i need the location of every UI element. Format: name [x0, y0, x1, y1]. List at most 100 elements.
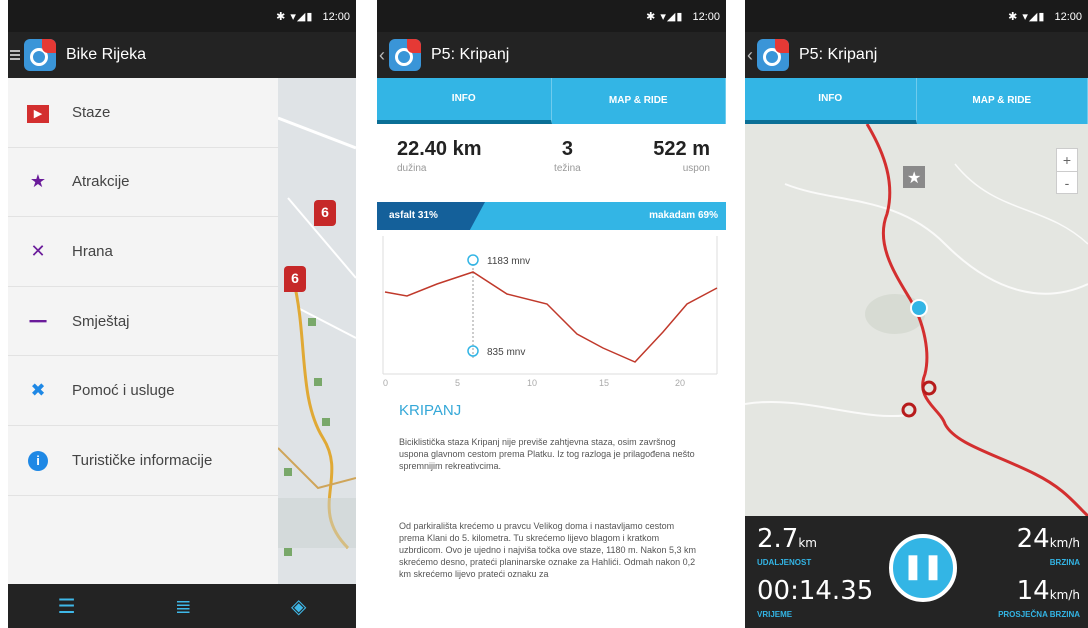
section-title: KRIPANJ — [399, 402, 462, 419]
drawer-item-label: Pomoć i usluge — [72, 382, 175, 400]
drawer-item-staze[interactable]: ▶ Staze — [8, 78, 278, 148]
route-map[interactable]: ★ — [745, 123, 1088, 518]
pause-button[interactable]: ❚❚ — [889, 534, 957, 602]
route-title: P5: Kripanj — [431, 46, 510, 63]
x-tick: 15 — [599, 378, 609, 388]
drawer-item-pomoc[interactable]: ✖ Pomoć i usluge — [8, 356, 278, 426]
tab-map-ride[interactable]: MAP & RIDE — [917, 78, 1088, 124]
status-bar: ✱ ▾◢▮ 12:00 — [8, 0, 356, 32]
app-title: Bike Rijeka — [66, 46, 147, 63]
tools-icon: ✖ — [30, 380, 46, 401]
back-icon[interactable]: ‹ — [747, 45, 753, 66]
asphalt-label: asfalt 31% — [389, 210, 438, 221]
status-time: 12:00 — [1054, 11, 1082, 23]
stat-value: 22.40 km — [397, 138, 482, 160]
map-background[interactable]: 6 6 — [277, 78, 356, 584]
layers-icon[interactable]: ◈ — [291, 594, 306, 619]
play-icon: ▶ — [24, 101, 52, 124]
avg-speed-number: 14 — [1016, 576, 1050, 606]
description-paragraph: Biciklistička staza Kripanj nije previše… — [399, 437, 695, 471]
menu-icon[interactable] — [10, 48, 20, 62]
speed-unit: km/h — [1049, 536, 1080, 550]
status-time: 12:00 — [322, 11, 350, 23]
drawer-item-label: Hrana — [72, 242, 113, 260]
stat-value: 3 — [561, 138, 573, 160]
bottom-bar: ☰ ≣ ◈ — [8, 584, 356, 628]
stat-distance: 22.40 km dužina — [397, 138, 482, 196]
status-time: 12:00 — [692, 11, 720, 23]
svg-text:★: ★ — [907, 168, 921, 187]
stat-climb: 522 m uspon — [653, 138, 710, 196]
route-waypoint-icon[interactable] — [921, 380, 937, 396]
tab-info[interactable]: INFO — [377, 78, 552, 124]
tab-bar: INFO MAP & RIDE — [377, 78, 726, 124]
screen-info: ✱ ▾◢▮ 12:00 ‹ P5: Kripanj INFO MAP & RID… — [377, 0, 726, 628]
bed-icon: ━━ — [29, 312, 47, 329]
max-marker-icon — [467, 254, 479, 266]
tab-info[interactable]: INFO — [745, 78, 917, 124]
drawer-item-smjestaj[interactable]: ━━ Smještaj — [8, 287, 278, 357]
time-value: 00:14.35 — [757, 576, 874, 606]
app-logo-icon[interactable] — [24, 39, 56, 71]
drawer-item-turisticke[interactable]: i Turističke informacije — [8, 426, 278, 496]
status-icons: ✱ ▾◢▮ — [276, 11, 314, 23]
speed-number: 24 — [1016, 524, 1050, 554]
action-bar: ‹ P5: Kripanj — [745, 32, 1088, 78]
speed-value: 24km/h — [1017, 524, 1080, 554]
back-icon[interactable]: ‹ — [379, 45, 385, 66]
map-pin[interactable]: 6 — [314, 200, 336, 226]
zoom-in-button[interactable]: + — [1057, 149, 1077, 171]
stat-difficulty: 3 težina — [554, 138, 581, 196]
sort-icon[interactable]: ☰ — [58, 594, 76, 619]
distance-value: 2.7km — [757, 524, 817, 554]
map-roads — [277, 116, 356, 556]
navigation-drawer: ▶ Staze ★ Atrakcije ✕ Hrana ━━ Smještaj … — [8, 78, 278, 584]
zoom-control: + - — [1056, 148, 1078, 194]
ride-dashboard: 2.7km UDALJENOST 24km/h BRZINA ❚❚ 00:14.… — [745, 516, 1088, 628]
elevation-min-label: 835 mnv — [487, 347, 525, 358]
pause-icon: ❚❚ — [902, 553, 944, 580]
avg-speed-unit: km/h — [1049, 588, 1080, 602]
app-logo-icon[interactable] — [389, 39, 421, 71]
description-paragraph: Od parkirališta krećemo u pravcu Velikog… — [399, 521, 696, 579]
route-title: P5: Kripanj — [799, 46, 878, 63]
time-label: VRIJEME — [757, 610, 793, 619]
drawer-item-label: Turističke informacije — [72, 451, 213, 469]
drawer-item-label: Smještaj — [72, 312, 130, 330]
status-icons: ✱ ▾◢▮ — [646, 11, 684, 23]
x-tick: 5 — [455, 378, 460, 388]
action-bar: Bike Rijeka — [8, 32, 356, 78]
map-pin[interactable]: 6 — [284, 266, 306, 292]
drawer-item-atrakcije[interactable]: ★ Atrakcije — [8, 148, 278, 218]
x-tick: 20 — [675, 378, 685, 388]
status-bar: ✱ ▾◢▮ 12:00 — [745, 0, 1088, 32]
speed-label: BRZINA — [1049, 558, 1080, 567]
elevation-profile: 1183 mnv 835 mnv 0 5 10 15 20 — [382, 236, 718, 388]
list-icon[interactable]: ≣ — [175, 594, 192, 619]
avg-speed-value: 14km/h — [1017, 576, 1080, 606]
screen-menu: ✱ ▾◢▮ 12:00 Bike Rijeka 6 6 ▶ Staze ★ At… — [8, 0, 356, 628]
zoom-out-button[interactable]: - — [1057, 171, 1077, 193]
stat-label: uspon — [682, 163, 710, 174]
surface-bar: asfalt 31% makadam 69% — [377, 202, 726, 230]
min-marker-icon — [467, 345, 479, 357]
stat-label: dužina — [397, 163, 427, 174]
elevation-max-label: 1183 mnv — [487, 256, 530, 267]
status-bar: ✱ ▾◢▮ 12:00 — [377, 0, 726, 32]
stat-value: 522 m — [653, 138, 710, 160]
route-stats: 22.40 km dužina 3 težina 522 m uspon — [377, 138, 726, 196]
drawer-item-hrana[interactable]: ✕ Hrana — [8, 217, 278, 287]
info-icon: i — [24, 449, 52, 472]
x-tick: 0 — [383, 378, 388, 388]
tab-map-ride[interactable]: MAP & RIDE — [552, 78, 726, 124]
drawer-item-label: Staze — [72, 103, 111, 121]
x-tick: 10 — [527, 378, 537, 388]
action-bar: ‹ P5: Kripanj — [377, 32, 726, 78]
fork-knife-icon: ✕ — [30, 240, 46, 261]
star-icon: ★ — [29, 171, 47, 192]
app-logo-icon[interactable] — [757, 39, 789, 71]
map-route-layer: ★ — [745, 123, 1088, 518]
distance-number: 2.7 — [757, 524, 799, 554]
avg-speed-label: PROSJEČNA BRZINA — [998, 610, 1080, 619]
gravel-label: makadam 69% — [649, 210, 718, 221]
